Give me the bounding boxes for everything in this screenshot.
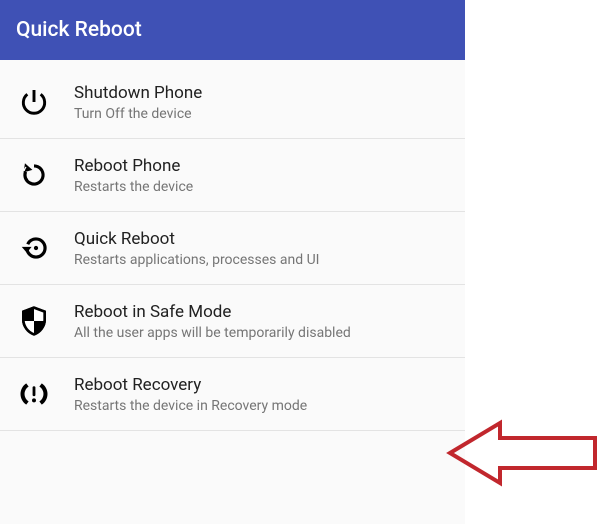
recovery-icon <box>14 374 54 414</box>
action-list: Shutdown Phone Turn Off the device Reboo… <box>0 60 465 431</box>
item-subtitle: Restarts applications, processes and UI <box>74 252 319 268</box>
app-container: Quick Reboot Shutdown Phone Turn Off the… <box>0 0 465 524</box>
item-texts: Reboot Phone Restarts the device <box>74 156 193 195</box>
app-title: Quick Reboot <box>16 18 142 42</box>
app-header: Quick Reboot <box>0 0 465 60</box>
recovery-item[interactable]: Reboot Recovery Restarts the device in R… <box>0 358 465 431</box>
shutdown-item[interactable]: Shutdown Phone Turn Off the device <box>0 60 465 139</box>
item-texts: Reboot in Safe Mode All the user apps wi… <box>74 302 351 341</box>
item-title: Quick Reboot <box>74 229 319 249</box>
item-title: Reboot Phone <box>74 156 193 176</box>
item-texts: Shutdown Phone Turn Off the device <box>74 83 202 122</box>
annotation-arrow <box>445 418 600 492</box>
refresh-icon <box>14 155 54 195</box>
item-subtitle: All the user apps will be temporarily di… <box>74 325 351 341</box>
item-title: Shutdown Phone <box>74 83 202 103</box>
history-icon <box>14 228 54 268</box>
item-title: Reboot in Safe Mode <box>74 302 351 322</box>
item-title: Reboot Recovery <box>74 375 307 395</box>
power-icon <box>14 82 54 122</box>
reboot-item[interactable]: Reboot Phone Restarts the device <box>0 139 465 212</box>
item-subtitle: Restarts the device in Recovery mode <box>74 398 307 414</box>
item-texts: Quick Reboot Restarts applications, proc… <box>74 229 319 268</box>
shield-icon <box>14 301 54 341</box>
item-subtitle: Restarts the device <box>74 179 193 195</box>
safe-mode-item[interactable]: Reboot in Safe Mode All the user apps wi… <box>0 285 465 358</box>
quick-reboot-item[interactable]: Quick Reboot Restarts applications, proc… <box>0 212 465 285</box>
item-texts: Reboot Recovery Restarts the device in R… <box>74 375 307 414</box>
item-subtitle: Turn Off the device <box>74 106 202 122</box>
